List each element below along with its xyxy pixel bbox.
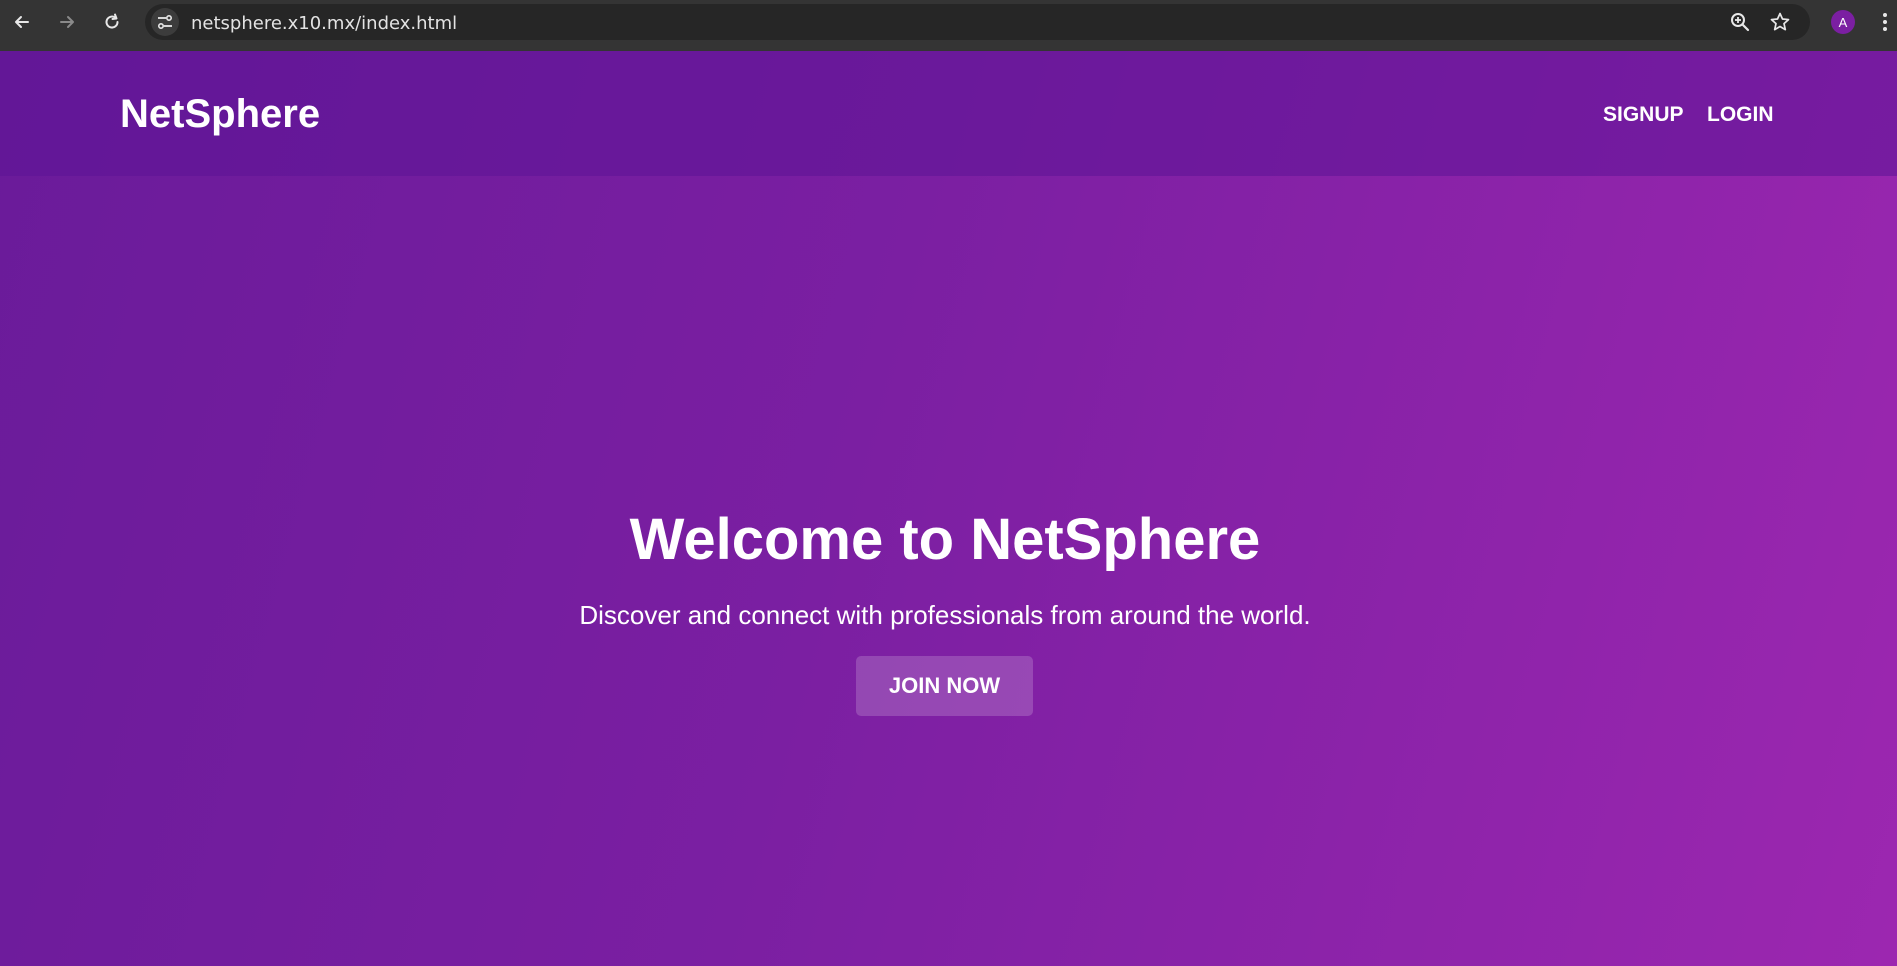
arrow-left-icon	[15, 16, 29, 28]
address-bar[interactable]: netsphere.x10.mx/index.html	[145, 4, 1810, 40]
browser-toolbar: netsphere.x10.mx/index.html A	[0, 0, 1897, 51]
join-now-button[interactable]: JOIN NOW	[856, 656, 1033, 716]
nav-login-link[interactable]: LOGIN	[1707, 103, 1774, 127]
bookmark-button[interactable]	[1768, 10, 1792, 34]
forward-button[interactable]	[54, 9, 80, 35]
back-button[interactable]	[9, 9, 35, 35]
zoom-button[interactable]	[1728, 10, 1752, 34]
profile-avatar[interactable]: A	[1831, 10, 1855, 34]
hero-subtitle: Discover and connect with professionals …	[579, 600, 1311, 630]
site-header: NetSphere SIGNUP LOGIN	[0, 51, 1897, 176]
zoom-in-icon	[1731, 13, 1750, 32]
reload-icon	[105, 13, 119, 29]
url-text[interactable]: netsphere.x10.mx/index.html	[191, 13, 457, 34]
hero-title: Welcome to NetSphere	[629, 507, 1261, 572]
site-logo[interactable]: NetSphere	[120, 92, 320, 137]
arrow-right-icon	[60, 16, 74, 28]
tune-icon	[157, 14, 173, 30]
more-vert-icon[interactable]	[1880, 10, 1890, 34]
star-icon	[1770, 12, 1790, 31]
nav-signup-link[interactable]: SIGNUP	[1603, 103, 1684, 127]
reload-button[interactable]	[99, 9, 125, 35]
page-content: NetSphere SIGNUP LOGIN Welcome to NetSph…	[0, 51, 1897, 966]
site-info-button[interactable]	[151, 8, 179, 36]
